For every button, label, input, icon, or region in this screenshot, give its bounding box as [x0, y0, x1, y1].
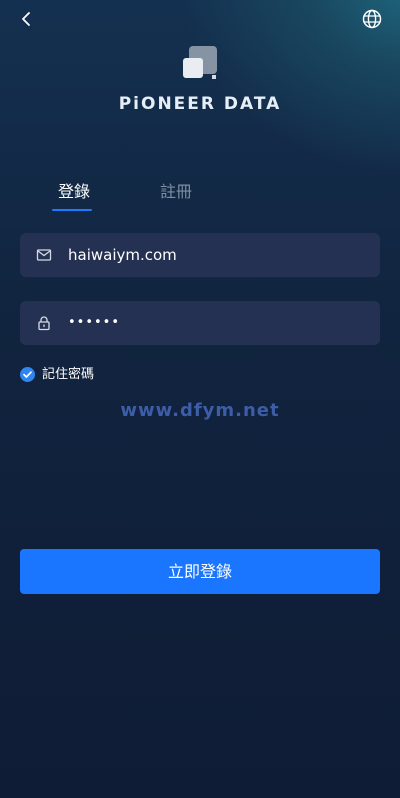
- password-input-value: ••••••: [68, 315, 121, 330]
- email-input-value: haiwaiym.com: [68, 246, 177, 264]
- active-tab-indicator: [52, 209, 92, 211]
- tab-register[interactable]: 註冊: [160, 178, 192, 202]
- mail-icon: [36, 249, 52, 261]
- language-button[interactable]: [361, 8, 383, 30]
- password-field[interactable]: ••••••: [20, 301, 380, 345]
- auth-tabs: 登錄 註冊: [0, 178, 400, 214]
- chevron-left-icon: [22, 12, 30, 26]
- email-field[interactable]: haiwaiym.com: [20, 233, 380, 277]
- top-bar: [0, 0, 400, 38]
- brand-logo-icon: [181, 44, 219, 82]
- watermark-text: www.dfym.net: [120, 400, 280, 421]
- brand-name: PiONEER DATA: [118, 94, 282, 114]
- lock-icon: [38, 316, 50, 331]
- tab-login[interactable]: 登錄: [58, 178, 90, 202]
- back-button[interactable]: [16, 8, 38, 30]
- checkbox-checked-icon: [20, 367, 35, 382]
- globe-icon: [362, 9, 382, 29]
- login-submit-button[interactable]: 立即登錄: [20, 549, 380, 594]
- remember-password-label: 記住密碼: [42, 367, 95, 382]
